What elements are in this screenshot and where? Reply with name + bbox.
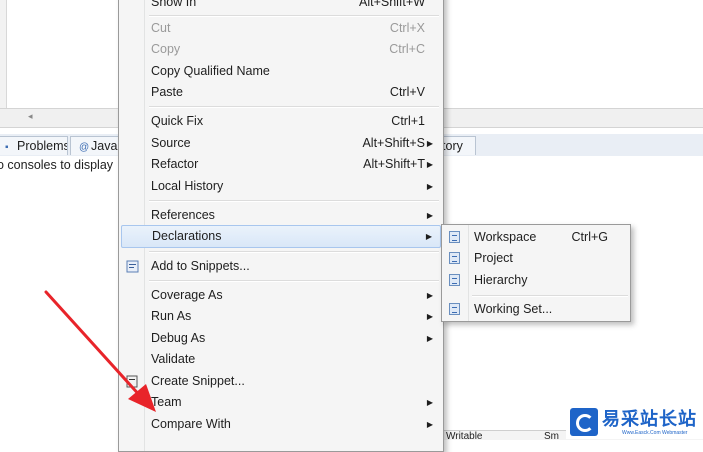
watermark: 易采站长站 Www.Easck.Com Webmaster: [566, 405, 703, 439]
red-annotation-arrow: [44, 290, 156, 412]
watermark-subtext: Www.Easck.Com Webmaster: [622, 430, 688, 436]
watermark-text: 易采站长站: [602, 409, 697, 429]
watermark-logo-icon: [570, 408, 598, 436]
